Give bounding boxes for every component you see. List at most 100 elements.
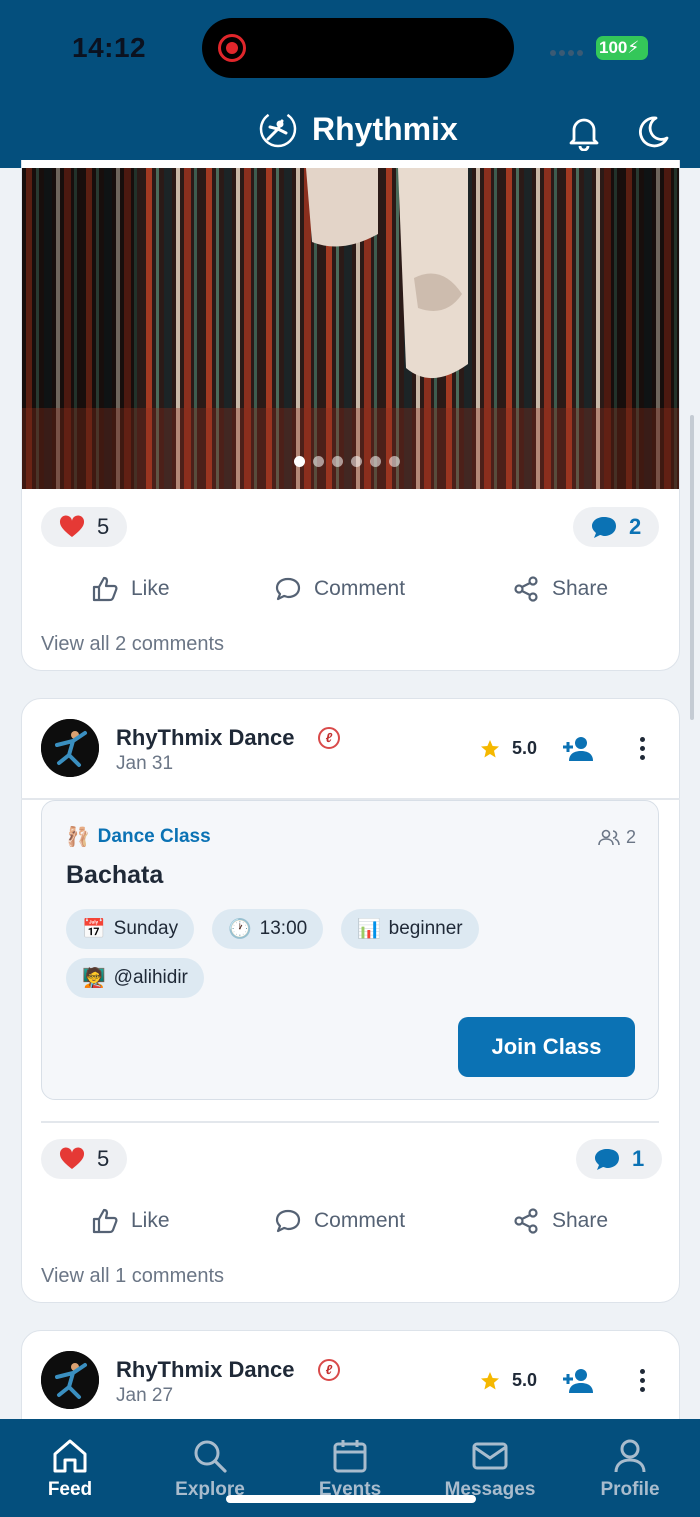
signal-icon — [550, 50, 583, 56]
carousel-dot[interactable] — [351, 456, 362, 467]
thumbs-up-icon — [92, 1208, 118, 1234]
class-day-chip: 📅 Sunday — [66, 909, 195, 949]
dance-class-card: 🩰 Dance Class 2 Bachata 📅 Sunday 🕐 13:00… — [41, 800, 659, 1100]
like-label: Like — [131, 1209, 170, 1232]
comment-bubble-icon — [595, 1149, 619, 1170]
tab-label: Profile — [600, 1479, 660, 1500]
rhythmix-logo-icon — [259, 110, 297, 148]
post-author[interactable]: RhyThmix Dance — [116, 725, 295, 751]
instructor-chip[interactable]: 🧑‍🏫 @alihidir — [66, 958, 204, 998]
carousel-dot[interactable] — [294, 456, 305, 467]
search-icon — [194, 1440, 227, 1473]
comment-count: 1 — [632, 1146, 645, 1171]
like-button[interactable]: Like — [91, 1207, 170, 1235]
like-button[interactable]: Like — [91, 575, 170, 603]
join-class-button[interactable]: Join Class — [458, 1017, 635, 1077]
class-level: beginner — [388, 918, 463, 939]
dancer-avatar-image — [41, 1351, 99, 1409]
comment-count-pill[interactable]: 1 — [576, 1139, 663, 1179]
class-time: 13:00 — [259, 918, 308, 939]
rating: 5.0 — [480, 1370, 537, 1391]
post-date: Jan 31 — [116, 753, 174, 774]
divider — [41, 1121, 659, 1123]
tab-feed[interactable]: Feed — [0, 1419, 140, 1517]
comment-label: Comment — [314, 1209, 406, 1232]
like-count-pill[interactable]: 5 — [41, 507, 128, 547]
view-all-comments-link[interactable]: View all 2 comments — [41, 633, 224, 656]
comment-icon — [275, 577, 301, 601]
dark-mode-icon[interactable] — [634, 113, 670, 151]
carousel-dot[interactable] — [389, 456, 400, 467]
mail-icon — [472, 1442, 508, 1470]
scrollbar[interactable] — [690, 415, 694, 720]
class-day: Sunday — [113, 918, 179, 939]
battery-level: 100 — [599, 38, 628, 57]
star-icon — [481, 1371, 499, 1389]
star-icon — [481, 739, 499, 757]
dynamic-island — [202, 18, 514, 78]
ballet-shoes-icon: 🩰 — [66, 827, 90, 848]
like-label: Like — [131, 577, 170, 600]
calendar-emoji-icon: 📅 — [82, 919, 106, 940]
thumbs-up-icon — [92, 576, 118, 602]
comment-bubble-icon — [592, 517, 616, 538]
battery-icon: 100⚡ — [596, 36, 648, 60]
share-button[interactable]: Share — [512, 575, 608, 603]
comment-count-pill[interactable]: 2 — [573, 507, 660, 547]
status-time: 14:12 — [72, 32, 147, 63]
class-level-chip: 📊 beginner — [341, 909, 479, 949]
share-label: Share — [552, 1209, 609, 1232]
bell-icon[interactable] — [566, 113, 602, 151]
home-indicator[interactable] — [226, 1495, 476, 1503]
attendee-count-value: 2 — [625, 827, 636, 847]
carousel-dot[interactable] — [313, 456, 324, 467]
follow-user-icon[interactable] — [561, 1367, 595, 1395]
comment-label: Comment — [314, 577, 406, 600]
verified-badge-icon: ℓ — [318, 1359, 340, 1381]
home-icon — [53, 1439, 87, 1473]
follow-user-icon[interactable] — [561, 735, 595, 763]
bar-chart-emoji-icon: 📊 — [357, 919, 381, 940]
app-title: Rhythmix — [312, 110, 458, 147]
avatar[interactable] — [41, 719, 99, 777]
carousel-dot[interactable] — [370, 456, 381, 467]
recording-icon — [218, 34, 246, 62]
post-date: Jan 27 — [116, 1385, 174, 1406]
tab-label: Feed — [47, 1479, 93, 1500]
like-count: 5 — [97, 1146, 110, 1171]
share-button[interactable]: Share — [512, 1207, 608, 1235]
share-label: Share — [552, 577, 609, 600]
user-icon — [614, 1439, 646, 1473]
carousel-indicator[interactable] — [294, 456, 400, 467]
comment-count: 2 — [629, 514, 642, 539]
comment-button[interactable]: Comment — [274, 1207, 405, 1235]
tab-profile[interactable]: Profile — [560, 1419, 700, 1517]
heart-icon — [59, 1147, 85, 1169]
rating-value: 5.0 — [512, 738, 538, 758]
like-count: 5 — [97, 514, 110, 539]
share-icon — [514, 576, 538, 602]
teacher-emoji-icon: 🧑‍🏫 — [82, 968, 106, 989]
post-image[interactable] — [22, 168, 679, 489]
rating: 5.0 — [480, 738, 537, 759]
like-count-pill[interactable]: 5 — [41, 1139, 128, 1179]
status-bar: 14:12 100⚡ — [0, 0, 700, 95]
carousel-dot[interactable] — [332, 456, 343, 467]
people-icon — [598, 829, 620, 845]
dancer-avatar-image — [41, 719, 99, 777]
pointe-shoes-photo — [22, 168, 679, 489]
comment-button[interactable]: Comment — [274, 575, 405, 603]
share-icon — [514, 1208, 538, 1234]
avatar[interactable] — [41, 1351, 99, 1409]
more-options-icon[interactable] — [640, 737, 648, 764]
post-author[interactable]: RhyThmix Dance — [116, 1357, 295, 1383]
class-type-label: Dance Class — [97, 826, 211, 847]
calendar-icon — [333, 1440, 367, 1473]
view-all-comments-link[interactable]: View all 1 comments — [41, 1265, 224, 1288]
more-options-icon[interactable] — [640, 1369, 648, 1396]
class-title: Bachata — [66, 861, 164, 889]
class-type: 🩰 Dance Class — [66, 825, 211, 849]
app-header: Rhythmix — [0, 95, 700, 168]
instructor-handle: @alihidir — [113, 967, 188, 988]
attendee-count: 2 — [598, 827, 636, 848]
